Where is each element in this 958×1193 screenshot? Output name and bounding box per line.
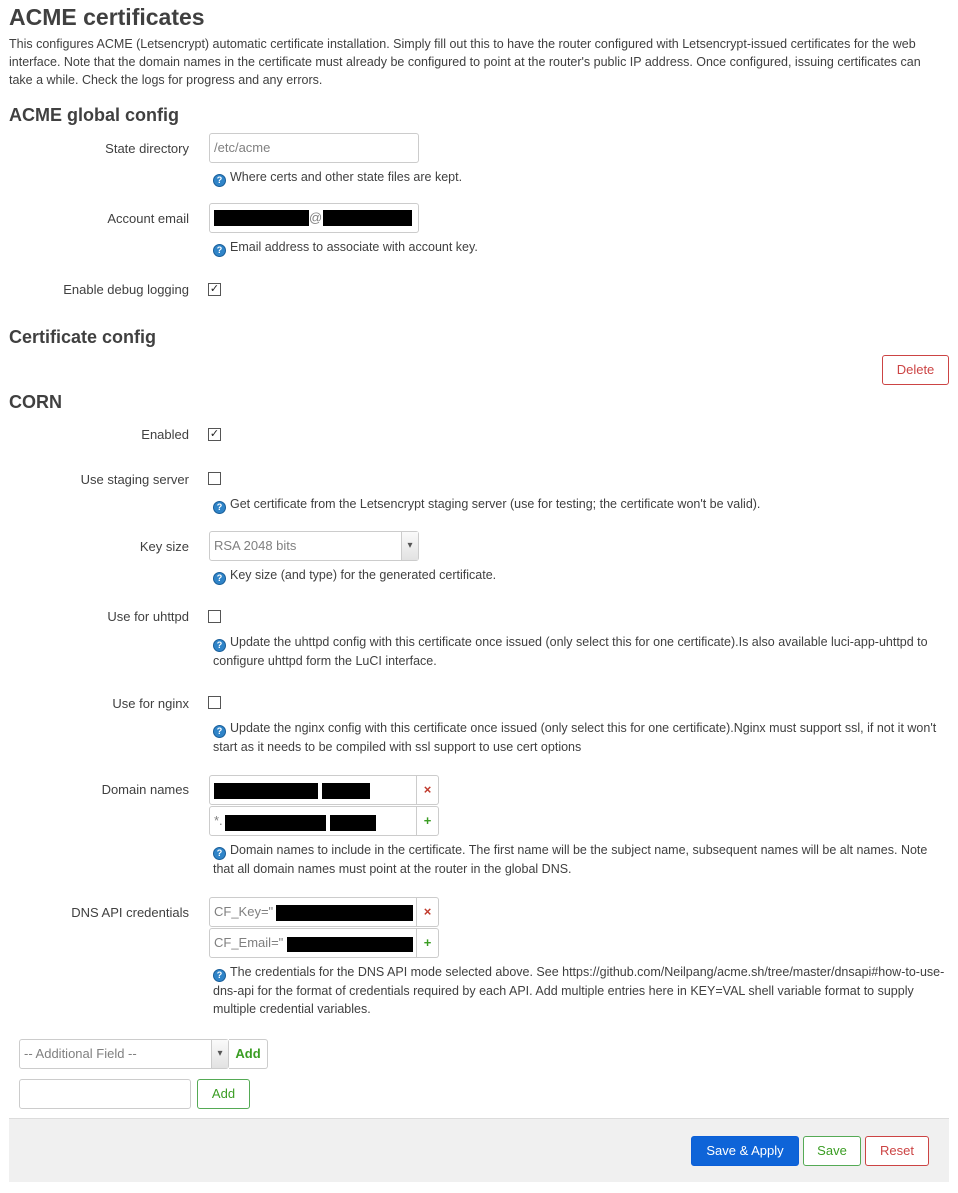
delete-button[interactable]: Delete	[882, 355, 949, 385]
nginx-label: Use for nginx	[112, 696, 189, 711]
new-section-name-input[interactable]	[19, 1079, 191, 1109]
staging-server-checkbox[interactable]	[208, 472, 221, 485]
staging-server-hint: ? Get certificate from the Letsencrypt st…	[213, 495, 760, 514]
redacted-block	[214, 783, 318, 799]
redacted-block	[287, 937, 413, 952]
redacted-block	[322, 783, 370, 799]
domain-name-input[interactable]	[209, 775, 417, 805]
redacted-block	[225, 815, 326, 831]
domain-names-hint: ? Domain names to include in the certific…	[213, 843, 928, 876]
dns-credential-input[interactable]: CF_Key="	[209, 897, 417, 927]
save-apply-button[interactable]: Save & Apply	[691, 1136, 799, 1166]
key-size-value: RSA 2048 bits	[214, 538, 297, 553]
help-icon: ?	[213, 725, 226, 738]
certificate-config-heading: Certificate config	[9, 327, 157, 347]
help-icon: ?	[213, 572, 226, 585]
help-icon: ?	[213, 847, 226, 860]
redacted-block	[323, 210, 412, 226]
redacted-block	[214, 210, 309, 226]
state-directory-label: State directory	[105, 141, 189, 156]
add-credential-button[interactable]: +	[417, 928, 439, 958]
page-description: This configures ACME (Letsencrypt) autom…	[9, 37, 921, 87]
chevron-down-icon: ▾	[401, 532, 418, 560]
chevron-down-icon: ▾	[211, 1040, 228, 1068]
save-button[interactable]: Save	[803, 1136, 861, 1166]
enabled-checkbox[interactable]: ✓	[208, 428, 221, 441]
key-size-hint: ? Key size (and type) for the generated c…	[213, 566, 496, 585]
add-field-button[interactable]: Add	[229, 1039, 268, 1069]
add-section-button[interactable]: Add	[197, 1079, 250, 1109]
page-title: ACME certificates	[9, 4, 205, 30]
uhttpd-hint: ? Update the uhttpd config with this cert…	[213, 635, 928, 668]
key-size-select[interactable]: RSA 2048 bits ▾	[209, 531, 419, 561]
redacted-block	[276, 905, 413, 921]
domain-name-input[interactable]: *.	[209, 806, 417, 836]
add-domain-button[interactable]: +	[417, 806, 439, 836]
reset-button[interactable]: Reset	[865, 1136, 929, 1166]
key-size-label: Key size	[139, 539, 189, 554]
account-email-label: Account email	[107, 211, 189, 226]
nginx-hint: ? Update the nginx config with this certi…	[213, 721, 937, 754]
dns-credentials-label: DNS API credentials	[71, 905, 189, 920]
staging-server-label: Use staging server	[80, 472, 189, 487]
section-name: CORN	[9, 392, 62, 412]
help-icon: ?	[213, 969, 226, 982]
enabled-label: Enabled	[141, 427, 189, 442]
additional-field-value: -- Additional Field --	[24, 1046, 137, 1061]
state-directory-hint: ? Where certs and other state files are k…	[213, 168, 462, 187]
help-icon: ?	[213, 639, 226, 652]
state-directory-input[interactable]: /etc/acme	[209, 133, 419, 163]
uhttpd-label: Use for uhttpd	[107, 609, 189, 624]
dns-credentials-hint: ? The credentials for the DNS API mode se…	[213, 965, 945, 1016]
domain-prefix: *.	[214, 813, 223, 828]
email-at-sign: @	[309, 210, 323, 225]
remove-domain-button[interactable]: ×	[417, 775, 439, 805]
global-config-heading: ACME global config	[9, 105, 179, 125]
dns-credential-input[interactable]: CF_Email="	[209, 928, 417, 958]
domain-names-label: Domain names	[101, 782, 189, 797]
help-icon: ?	[213, 174, 226, 187]
account-email-hint: ? Email address to associate with account…	[213, 238, 478, 257]
redacted-block	[330, 815, 376, 831]
help-icon: ?	[213, 501, 226, 514]
debug-logging-checkbox[interactable]: ✓	[208, 283, 221, 296]
additional-field-select[interactable]: -- Additional Field -- ▾	[19, 1039, 229, 1069]
account-email-input[interactable]: @	[209, 203, 419, 233]
remove-credential-button[interactable]: ×	[417, 897, 439, 927]
nginx-checkbox[interactable]	[208, 696, 221, 709]
uhttpd-checkbox[interactable]	[208, 610, 221, 623]
help-icon: ?	[213, 244, 226, 257]
debug-logging-label: Enable debug logging	[63, 282, 189, 297]
